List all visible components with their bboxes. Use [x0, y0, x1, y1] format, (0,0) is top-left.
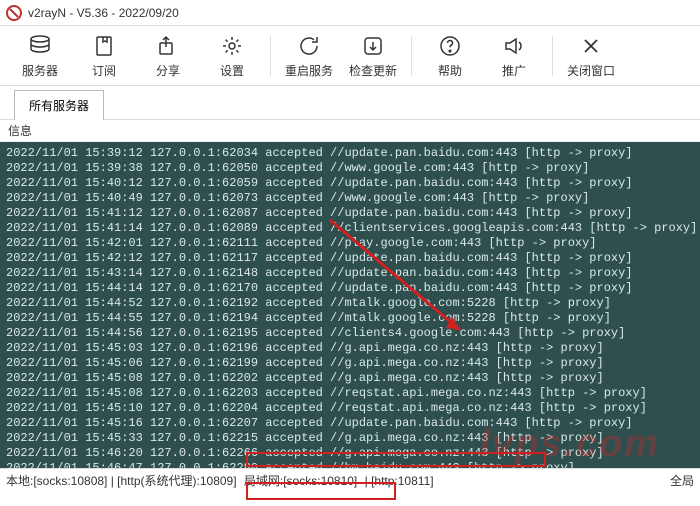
app-icon — [6, 5, 22, 21]
info-header: 信息 — [0, 120, 700, 142]
update-button[interactable]: 检查更新 — [341, 28, 405, 84]
status-local: 本地:[socks:10808] | [http(系统代理):10809] — [6, 474, 237, 488]
toolbar: 服务器 订阅 分享 设置 重启服务 检查更新 帮助 推广 关闭窗口 — [0, 26, 700, 86]
status-bar: 本地:[socks:10808] | [http(系统代理):10809] 局域… — [0, 468, 700, 492]
download-icon — [361, 32, 385, 60]
status-http2: | [http:10811] — [365, 474, 434, 488]
help-icon — [438, 32, 462, 60]
tab-all-servers[interactable]: 所有服务器 — [14, 90, 104, 120]
close-icon — [579, 32, 603, 60]
share-button[interactable]: 分享 — [136, 28, 200, 84]
separator — [411, 36, 412, 76]
speaker-icon — [502, 32, 526, 60]
titlebar: v2rayN - V5.36 - 2022/09/20 — [0, 0, 700, 26]
subscribe-button[interactable]: 订阅 — [72, 28, 136, 84]
restart-button[interactable]: 重启服务 — [277, 28, 341, 84]
subscribe-icon — [92, 32, 116, 60]
share-icon — [156, 32, 180, 60]
log-panel[interactable]: 2022/11/01 15:39:12 127.0.0.1:62034 acce… — [0, 142, 700, 468]
promote-button[interactable]: 推广 — [482, 28, 546, 84]
help-button[interactable]: 帮助 — [418, 28, 482, 84]
status-right: 全局 — [670, 472, 694, 489]
status-lan: 局域网:[socks:10810] — [244, 474, 357, 488]
servers-icon — [26, 32, 54, 60]
separator — [552, 36, 553, 76]
settings-button[interactable]: 设置 — [200, 28, 264, 84]
window-title: v2rayN - V5.36 - 2022/09/20 — [28, 6, 179, 20]
separator — [270, 36, 271, 76]
servers-button[interactable]: 服务器 — [8, 28, 72, 84]
close-window-button[interactable]: 关闭窗口 — [559, 28, 623, 84]
gear-icon — [220, 32, 244, 60]
restart-icon — [297, 32, 321, 60]
tab-row: 所有服务器 — [0, 86, 700, 120]
